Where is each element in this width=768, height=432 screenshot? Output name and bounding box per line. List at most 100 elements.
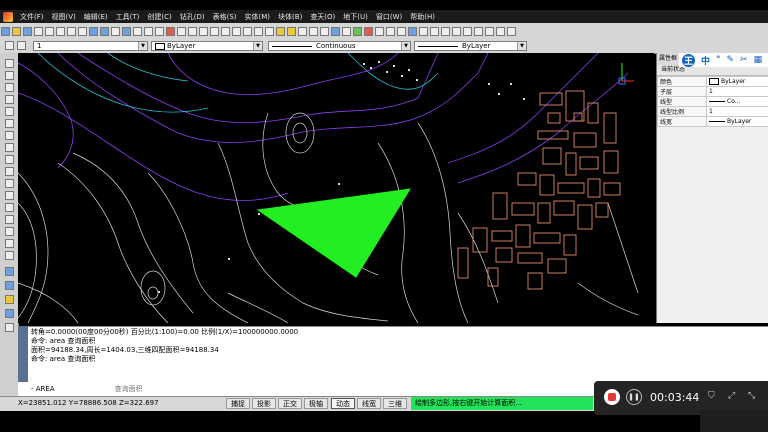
area-icon[interactable] <box>320 26 329 36</box>
prop-row-lineweight[interactable]: 线宽 ByLayer <box>657 116 768 127</box>
preview-icon[interactable] <box>45 26 54 36</box>
dim-tool-icon[interactable] <box>5 179 14 188</box>
view-top-icon[interactable] <box>375 26 384 36</box>
prop-value[interactable]: ByLayer <box>706 116 768 127</box>
point-tool-icon[interactable] <box>5 143 14 152</box>
expand-icon[interactable]: ⤢ <box>728 391 735 401</box>
layer-manager-icon[interactable] <box>5 41 14 50</box>
folder-tool-icon[interactable] <box>5 295 14 304</box>
menu-sky[interactable]: 查天(O) <box>306 12 339 22</box>
projection-toggle[interactable]: 投影 <box>252 398 276 409</box>
3d-toggle[interactable]: 三维 <box>383 398 407 409</box>
collapse-icon[interactable]: ⤡ <box>748 391 755 401</box>
region-tool-icon[interactable] <box>5 215 14 224</box>
scale-icon[interactable] <box>232 26 241 36</box>
arc-tool-icon[interactable] <box>5 83 14 92</box>
degree-icon[interactable]: ° <box>716 55 721 65</box>
command-window-tab[interactable] <box>18 326 28 382</box>
menu-drill[interactable]: 钻孔(D) <box>176 12 209 22</box>
line-tool-icon[interactable] <box>5 59 14 68</box>
layer-panel-icon[interactable] <box>5 281 14 290</box>
image-tool-icon[interactable] <box>5 267 14 276</box>
zoom-extents-icon[interactable] <box>144 26 153 36</box>
menu-underground[interactable]: 地下(U) <box>339 12 372 22</box>
boundary-tool-icon[interactable] <box>5 227 14 236</box>
redo-icon[interactable] <box>100 26 109 36</box>
measure-tool-icon[interactable] <box>5 251 14 260</box>
rotate-icon[interactable] <box>188 26 197 36</box>
view-front-icon[interactable] <box>386 26 395 36</box>
volume-icon[interactable] <box>496 26 505 36</box>
divide-tool-icon[interactable] <box>5 239 14 248</box>
area-polygon[interactable] <box>256 188 411 278</box>
match-icon[interactable] <box>298 26 307 36</box>
point-icon[interactable] <box>474 26 483 36</box>
cross-icon[interactable] <box>441 26 450 36</box>
menu-solid[interactable]: 实体(M) <box>241 12 275 22</box>
hatch-tool-icon[interactable] <box>5 155 14 164</box>
lineweight-combo[interactable]: ByLayer ▼ <box>414 41 527 51</box>
help-icon[interactable] <box>331 26 340 36</box>
prop-row-linetype-scale[interactable]: 线型比例 1 <box>657 106 768 117</box>
zoom-window-icon[interactable] <box>133 26 142 36</box>
menu-table[interactable]: 表格(S) <box>209 12 241 22</box>
cut-icon[interactable] <box>56 26 65 36</box>
move-icon[interactable] <box>177 26 186 36</box>
menu-edit[interactable]: 编辑(E) <box>80 12 112 22</box>
prop-row-color[interactable]: 颜色 ByLayer <box>657 76 768 87</box>
polyline-tool-icon[interactable] <box>5 71 14 80</box>
view-side-icon[interactable] <box>397 26 406 36</box>
menu-help[interactable]: 帮助(H) <box>406 12 439 22</box>
pan-icon[interactable] <box>111 26 120 36</box>
rect-tool-icon[interactable] <box>5 107 14 116</box>
linetype-combo[interactable]: Continuous ▼ <box>268 41 411 51</box>
save-icon[interactable] <box>23 26 32 36</box>
print-icon[interactable] <box>34 26 43 36</box>
menu-window[interactable]: 窗口(W) <box>372 12 406 22</box>
ortho-toggle[interactable]: 正交 <box>278 398 302 409</box>
contour-icon[interactable] <box>430 26 439 36</box>
menu-block[interactable]: 块体(B) <box>274 12 306 22</box>
prop-value[interactable]: Co... <box>706 96 768 107</box>
drawing-canvas[interactable] <box>18 53 654 323</box>
dynamic-toggle[interactable]: 动态 <box>331 398 355 409</box>
menu-file[interactable]: 文件(F) <box>16 12 48 22</box>
pen-icon[interactable]: ✎ <box>727 55 735 65</box>
menu-create[interactable]: 创建(C) <box>143 12 175 22</box>
prop-value[interactable]: 1 <box>706 86 768 97</box>
prop-row-linetype[interactable]: 线型 Co... <box>657 96 768 107</box>
lineweight-toggle[interactable]: 线宽 <box>357 398 381 409</box>
measure-icon[interactable] <box>309 26 318 36</box>
view-iso-icon[interactable] <box>408 26 417 36</box>
mirror-icon[interactable] <box>199 26 208 36</box>
prop-value[interactable]: 1 <box>706 106 768 117</box>
chart-tool-icon[interactable] <box>5 309 14 318</box>
snap-toggle[interactable]: 捕捉 <box>226 398 250 409</box>
polar-toggle[interactable]: 极轴 <box>304 398 328 409</box>
circle-tool-icon[interactable] <box>5 95 14 104</box>
offset-icon[interactable] <box>210 26 219 36</box>
scissors-icon[interactable]: ✂ <box>740 55 748 65</box>
pause-button[interactable]: ❚❚ <box>626 389 642 405</box>
layer-icon[interactable] <box>276 26 285 36</box>
array-icon[interactable] <box>221 26 230 36</box>
properties-icon[interactable] <box>287 26 296 36</box>
grid-icon[interactable] <box>353 26 362 36</box>
paste-icon[interactable] <box>78 26 87 36</box>
settings-icon[interactable] <box>507 26 516 36</box>
wang-icon[interactable]: 王 <box>682 53 696 67</box>
table-tool-icon[interactable] <box>5 323 14 332</box>
zoom-icon[interactable] <box>122 26 131 36</box>
triangulate-icon[interactable] <box>452 26 461 36</box>
section-icon[interactable] <box>419 26 428 36</box>
redraw-icon[interactable] <box>155 26 164 36</box>
insert-tool-icon[interactable] <box>5 203 14 212</box>
render-icon[interactable] <box>342 26 351 36</box>
ellipse-tool-icon[interactable] <box>5 131 14 140</box>
open-folder-icon[interactable] <box>12 26 21 36</box>
grid-icon[interactable]: ▦ <box>754 55 763 65</box>
text-tool-icon[interactable] <box>5 167 14 176</box>
stop-icon[interactable] <box>364 26 373 36</box>
shield-icon[interactable]: ⛉ <box>708 391 715 401</box>
menu-view[interactable]: 视图(V) <box>48 12 80 22</box>
